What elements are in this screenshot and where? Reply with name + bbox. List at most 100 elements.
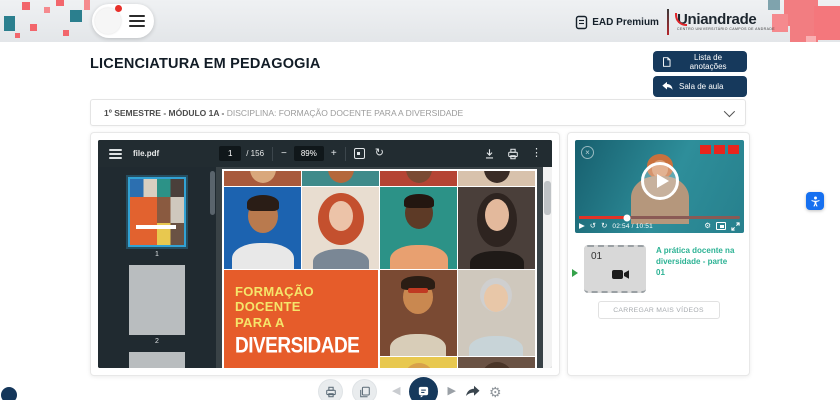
thumbnail-page-1[interactable] [128, 177, 186, 247]
face-photo [380, 187, 457, 269]
playlist-thumbnail[interactable]: 01 [584, 245, 646, 293]
zoom-level[interactable]: 89% [294, 146, 324, 161]
notes-list-button[interactable]: Lista de anotações [653, 51, 747, 72]
classroom-label: Sala de aula [679, 82, 723, 91]
next-page-icon[interactable]: ▶ [447, 386, 455, 397]
module-label: 1º SEMESTRE - MÓDULO 1A - [104, 108, 227, 118]
face-photo [458, 357, 535, 369]
decor-square [814, 6, 840, 40]
page-number-input[interactable] [219, 146, 241, 161]
more-options-icon[interactable]: ⋮ [531, 148, 542, 159]
thumbnail-page-2[interactable] [129, 265, 185, 335]
decor-square [84, 0, 90, 10]
thumbnail-label-1: 1 [98, 251, 216, 258]
cover-title-line2: DOCENTE [235, 299, 378, 315]
classroom-button[interactable]: Sala de aula [653, 76, 747, 97]
top-header: EAD Premium Uniandrade CENTRO UNIVERSITÁ… [0, 0, 840, 42]
sidebar-toggle-icon[interactable] [109, 149, 122, 159]
printer-icon [325, 386, 337, 398]
decor-square [30, 24, 37, 31]
copy-icon [359, 386, 371, 398]
face-photo [302, 187, 379, 269]
brand-logos: EAD Premium Uniandrade CENTRO UNIVERSITÁ… [575, 7, 775, 37]
toolbar-divider [345, 147, 346, 161]
download-icon[interactable] [484, 148, 495, 160]
decor-square [63, 30, 69, 36]
cover-title-big: DIVERSIDADE [235, 334, 378, 359]
video-camera-icon [612, 269, 629, 280]
playlist-title[interactable]: A prática docente na diversidade - parte… [656, 245, 738, 278]
video-controls: ▶ ↺ ↻ 02:54 / 10:51 ⚙ [579, 220, 740, 232]
cover-row-faces [224, 187, 536, 269]
face-photo [380, 270, 457, 356]
video-time: 02:54 / 10:51 [612, 223, 653, 230]
decor-square [784, 0, 818, 26]
play-button[interactable] [641, 162, 679, 200]
playlist-play-indicator [572, 269, 578, 277]
module-accordion[interactable]: 1º SEMESTRE - MÓDULO 1A - DISCIPLINA: FO… [90, 99, 746, 126]
notification-dot [115, 5, 122, 12]
thumbnail-scrollbar[interactable] [210, 171, 215, 215]
load-more-videos-button[interactable]: CARREGAR MAIS VÍDEOS [598, 301, 720, 319]
print-icon[interactable] [507, 148, 519, 160]
decor-square [15, 33, 20, 38]
accessibility-button[interactable] [806, 192, 824, 210]
face-photo [302, 171, 379, 186]
page-total-label: / 156 [246, 149, 264, 158]
pip-icon[interactable] [716, 222, 726, 230]
chevron-down-icon[interactable] [724, 105, 735, 116]
uniandrade-subtitle: CENTRO UNIVERSITÁRIO CAMPOS DE ANDRADE [677, 28, 775, 32]
video-progress-bar[interactable] [579, 216, 740, 219]
thumbnail-page-3[interactable] [129, 352, 185, 368]
decor-square [44, 7, 50, 13]
playlist-number: 01 [591, 251, 602, 262]
user-menu-pill[interactable] [92, 4, 154, 38]
hamburger-menu-icon[interactable] [129, 15, 145, 27]
rewind-30-icon[interactable]: ↺ [590, 222, 596, 230]
pdf-scrollbar-thumb[interactable] [544, 181, 551, 215]
zoom-in-button[interactable]: + [331, 149, 337, 159]
play-icon[interactable]: ▶ [579, 222, 585, 230]
face-photo [380, 171, 457, 186]
pdf-page: FORMAÇÃO DOCENTE PARA A DIVERSIDADE [222, 169, 537, 368]
cover-title-line3: PARA A [235, 315, 378, 331]
cover-image: FORMAÇÃO DOCENTE PARA A DIVERSIDADE [224, 171, 536, 369]
face-photo [224, 187, 301, 269]
pdf-scrollbar[interactable] [543, 167, 552, 368]
cover-row-top [224, 171, 536, 186]
rotate-icon[interactable]: ↻ [375, 148, 384, 159]
discipline-label: DISCIPLINA: FORMAÇÃO DOCENTE PARA A DIVE… [227, 108, 463, 118]
share-button[interactable] [465, 385, 480, 398]
face-photo [458, 171, 535, 186]
share-icon [465, 385, 480, 398]
copy-pages-button[interactable] [352, 379, 377, 400]
face-photo [224, 171, 301, 186]
pdf-card: file.pdf / 156 − 89% + ↻ [90, 132, 560, 376]
video-brand-squares [700, 145, 739, 154]
chat-widget[interactable] [1, 387, 17, 400]
decor-square [22, 2, 30, 10]
settings-gear-icon[interactable]: ⚙ [704, 222, 711, 230]
ead-premium-logo: EAD Premium [575, 15, 659, 30]
pdf-toolbar: file.pdf / 156 − 89% + ↻ [98, 140, 552, 167]
video-player[interactable]: × ▶ ↺ ↻ 02:54 / 10:51 ⚙ [575, 140, 744, 233]
annotation-button[interactable] [409, 377, 438, 400]
print-page-button[interactable] [318, 379, 343, 400]
decor-square [806, 36, 816, 42]
watermark-icon: × [581, 146, 594, 159]
annotation-icon [417, 385, 430, 398]
fit-page-icon[interactable] [354, 148, 365, 159]
decor-square [4, 16, 15, 31]
cover-title-line1: FORMAÇÃO [235, 284, 378, 300]
fullscreen-icon[interactable] [731, 222, 740, 231]
previous-page-icon[interactable]: ◀ [392, 386, 400, 397]
brand-divider [667, 9, 669, 35]
progress-played [579, 216, 627, 219]
face-photo [380, 357, 457, 369]
settings-button[interactable]: ⚙ [489, 385, 502, 399]
pdf-body: 1 2 [98, 167, 552, 368]
forward-30-icon[interactable]: ↻ [601, 222, 607, 230]
back-arrow-icon [661, 81, 673, 92]
face-photo [458, 187, 535, 269]
zoom-out-button[interactable]: − [281, 149, 287, 159]
